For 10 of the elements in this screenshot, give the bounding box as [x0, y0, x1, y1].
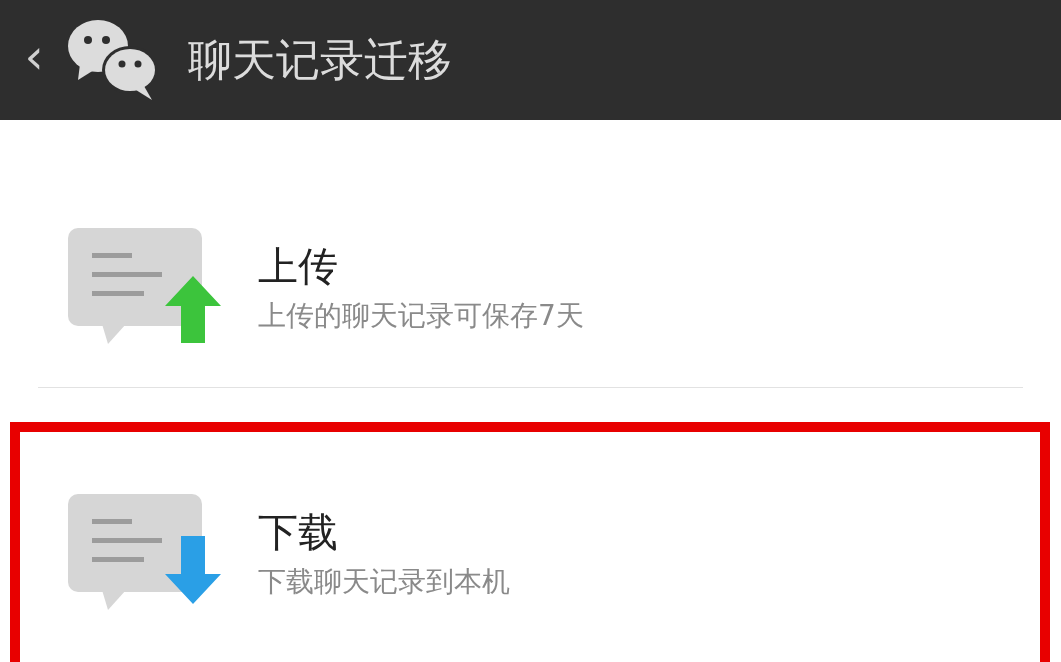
item-subtitle: 上传的聊天记录可保存7天 [258, 298, 584, 334]
chat-upload-icon [68, 228, 224, 346]
migration-option[interactable]: 上传 上传的聊天记录可保存7天 [10, 120, 1050, 387]
migration-option[interactable]: 下载 下载聊天记录到本机 [10, 422, 1050, 662]
back-button[interactable]: ‹ [14, 32, 54, 88]
screen-title: 聊天记录迁移 [188, 33, 452, 87]
item-title: 上传 [258, 242, 339, 291]
chat-download-icon [68, 494, 224, 612]
item-subtitle: 下载聊天记录到本机 [258, 564, 510, 600]
item-title: 下载 [258, 508, 339, 557]
